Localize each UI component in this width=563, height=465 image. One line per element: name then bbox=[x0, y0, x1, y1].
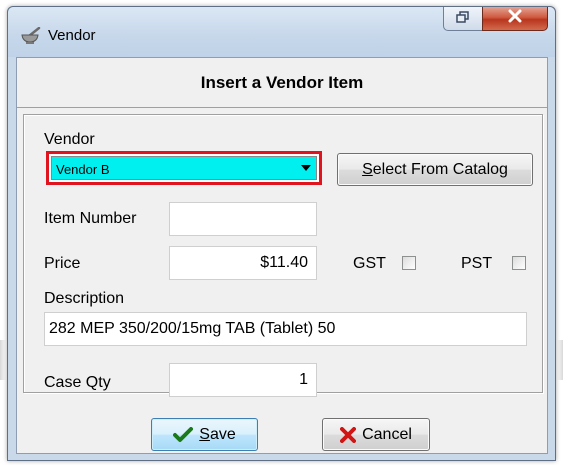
item-number-label: Item Number bbox=[44, 210, 137, 227]
description-field[interactable]: 282 MEP 350/200/15mg TAB (Tablet) 50 bbox=[44, 312, 527, 346]
restore-icon bbox=[456, 10, 470, 28]
gst-checkbox[interactable] bbox=[402, 256, 416, 270]
restore-button[interactable] bbox=[443, 7, 483, 31]
x-icon bbox=[340, 426, 357, 443]
chevron-down-icon[interactable] bbox=[299, 161, 313, 175]
window-title: Vendor bbox=[48, 27, 96, 44]
mortar-pestle-icon bbox=[20, 26, 42, 45]
item-number-field[interactable] bbox=[169, 202, 317, 236]
dialog-body: Insert a Vendor Item Vendor Vendor B Sel… bbox=[16, 57, 548, 454]
checkmark-icon bbox=[173, 426, 194, 443]
dialog-heading: Insert a Vendor Item bbox=[17, 58, 547, 108]
vendor-dialog: Vendor Insert a Vendor Item Vendor Vendo… bbox=[7, 6, 556, 461]
description-label: Description bbox=[44, 290, 125, 307]
price-label: Price bbox=[44, 255, 81, 272]
vendor-selected-value: Vendor B bbox=[56, 162, 110, 177]
close-button[interactable] bbox=[482, 7, 548, 31]
select-from-catalog-button[interactable]: Select From Catalog bbox=[337, 153, 533, 186]
case-qty-label: Case Qty bbox=[44, 374, 111, 391]
cancel-button[interactable]: Cancel bbox=[322, 418, 430, 451]
vendor-label: Vendor bbox=[44, 131, 95, 148]
pst-checkbox[interactable] bbox=[512, 256, 526, 270]
background-edge-left bbox=[0, 340, 6, 380]
price-field[interactable]: $11.40 bbox=[169, 246, 317, 280]
save-button[interactable]: Save bbox=[151, 418, 258, 451]
background-edge-right bbox=[557, 340, 563, 380]
close-icon bbox=[507, 9, 523, 28]
vendor-select[interactable]: Vendor B bbox=[46, 151, 322, 185]
gst-label: GST bbox=[353, 255, 386, 272]
pst-label: PST bbox=[461, 255, 493, 272]
case-qty-field[interactable]: 1 bbox=[169, 363, 317, 397]
